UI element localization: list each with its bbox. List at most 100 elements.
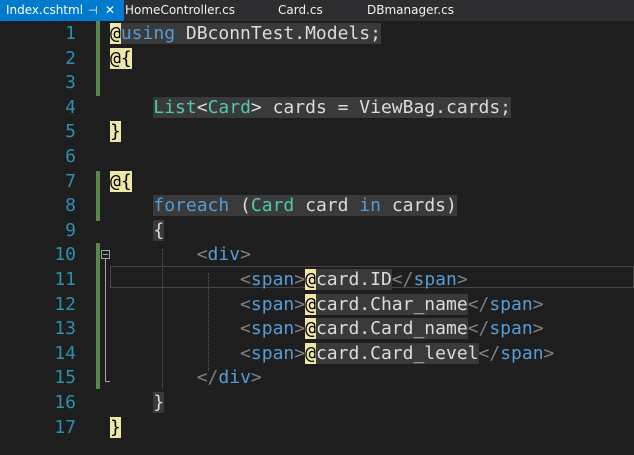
code-text: @using DBconnTest.Models; bbox=[110, 21, 381, 46]
line-number: 4 bbox=[65, 96, 76, 118]
tab-label: Card.cs bbox=[278, 3, 323, 17]
code-token: span bbox=[250, 293, 295, 315]
tab-dbmanager-cs[interactable]: DBmanager.cs bbox=[367, 0, 454, 21]
tab-homecontroller-cs[interactable]: HomeController.cs bbox=[125, 0, 235, 21]
code-line[interactable]: 16 } bbox=[0, 390, 634, 415]
code-line[interactable]: 14 <span>@card.Card_level</span> bbox=[0, 341, 634, 366]
code-token: > bbox=[532, 318, 544, 340]
code-line[interactable]: 8 foreach (Card card in cards) bbox=[0, 193, 634, 218]
code-token: ( bbox=[229, 195, 251, 217]
code-token: > bbox=[294, 269, 306, 290]
code-line[interactable]: 9 { bbox=[0, 218, 634, 243]
code-line[interactable]: 6 bbox=[0, 144, 634, 169]
pin-icon[interactable]: ⊣ bbox=[88, 0, 98, 21]
line-number: 9 bbox=[65, 219, 76, 241]
code-token: Card bbox=[250, 195, 295, 217]
code-line[interactable]: 10 <div> bbox=[0, 242, 634, 267]
code-line[interactable]: 5} bbox=[0, 119, 634, 144]
code-token: > bbox=[543, 342, 555, 364]
code-line[interactable]: 4 List<Card> cards = ViewBag.cards; bbox=[0, 95, 634, 120]
code-line[interactable]: 11 <span>@card.ID</span> bbox=[0, 267, 634, 292]
code-token: } bbox=[110, 416, 121, 438]
line-number: 10 bbox=[54, 244, 76, 266]
code-token: < bbox=[240, 269, 251, 290]
tab-index-cshtml[interactable]: Index.cshtml ⊣ ✕ bbox=[0, 0, 124, 21]
code-line[interactable]: 13 <span>@card.Card_name</span> bbox=[0, 316, 634, 341]
tab-label: HomeController.cs bbox=[125, 3, 236, 17]
code-token: foreach bbox=[153, 195, 230, 217]
line-number: 15 bbox=[54, 367, 76, 389]
code-token: in bbox=[359, 195, 381, 217]
line-number: 12 bbox=[54, 293, 76, 315]
code-text: List<Card> cards = ViewBag.cards; bbox=[110, 95, 512, 120]
code-token: @{ bbox=[110, 47, 132, 69]
code-text: @{ bbox=[110, 46, 132, 71]
tab-card-cs[interactable]: Card.cs bbox=[278, 0, 323, 21]
code-token: card.Card_name bbox=[315, 318, 468, 340]
code-line[interactable]: 2 @{ bbox=[0, 46, 634, 71]
code-text: { bbox=[110, 218, 165, 243]
code-line[interactable]: 1 @using DBconnTest.Models; bbox=[0, 21, 634, 46]
code-token: @{ bbox=[110, 170, 132, 192]
code-token: card.Card_level bbox=[315, 342, 479, 364]
code-token: card bbox=[294, 195, 360, 217]
code-token: @ bbox=[305, 293, 316, 315]
code-token: < bbox=[240, 342, 251, 364]
line-number: 13 bbox=[54, 318, 76, 340]
code-editor[interactable]: 1 @using DBconnTest.Models; 2 @{3 4 List<Car… bbox=[0, 21, 634, 455]
code-token: > bbox=[532, 293, 544, 315]
code-line[interactable]: 7 @{ bbox=[0, 169, 634, 194]
code-line[interactable]: 12 <span>@card.Char_name</span> bbox=[0, 292, 634, 317]
code-token: } bbox=[110, 121, 121, 143]
line-number: 5 bbox=[65, 121, 76, 143]
code-text: } bbox=[110, 390, 165, 415]
code-line[interactable]: 15 </div> bbox=[0, 365, 634, 390]
code-token: < bbox=[196, 96, 208, 118]
line-number: 2 bbox=[65, 47, 76, 69]
tab-label: Index.cshtml bbox=[6, 3, 84, 17]
code-token: > bbox=[294, 293, 306, 315]
code-token: < bbox=[240, 293, 251, 315]
code-line[interactable]: 17} bbox=[0, 415, 634, 440]
code-token: span bbox=[489, 293, 533, 315]
code-token: DBconnTest.Models; bbox=[175, 23, 381, 44]
code-text: <span>@card.ID</span> bbox=[110, 267, 468, 292]
code-token: span bbox=[489, 318, 533, 340]
code-token: > bbox=[456, 269, 468, 290]
code-token: > bbox=[250, 367, 262, 389]
code-text: <span>@card.Card_level</span> bbox=[110, 341, 554, 366]
line-number: 6 bbox=[65, 146, 76, 167]
code-token: </ bbox=[391, 269, 414, 290]
code-token: </ bbox=[478, 342, 501, 364]
code-token: span bbox=[500, 342, 544, 364]
code-token: div bbox=[207, 244, 241, 266]
code-token: > bbox=[240, 244, 251, 266]
code-token: > bbox=[294, 342, 306, 364]
code-text: @{ bbox=[110, 169, 132, 194]
code-text: </div> bbox=[110, 365, 262, 390]
code-token: cards) bbox=[380, 195, 457, 217]
code-text: <span>@card.Card_name</span> bbox=[110, 316, 544, 341]
document-tab-bar: Index.cshtml ⊣ ✕ HomeController.cs Card.… bbox=[0, 0, 634, 21]
line-number: 1 bbox=[65, 23, 76, 44]
code-token: @ bbox=[305, 342, 316, 364]
code-token: </ bbox=[467, 318, 490, 340]
code-line[interactable]: 3 bbox=[0, 70, 634, 95]
line-number: 14 bbox=[54, 342, 76, 364]
code-token: span bbox=[250, 318, 295, 340]
code-token: } bbox=[153, 392, 165, 413]
line-number: 8 bbox=[65, 195, 76, 217]
close-icon[interactable]: ✕ bbox=[105, 0, 115, 21]
line-number: 16 bbox=[54, 392, 76, 413]
code-token: < bbox=[196, 244, 208, 266]
code-token: { bbox=[153, 219, 165, 241]
tab-label: DBmanager.cs bbox=[367, 3, 454, 17]
code-token: </ bbox=[467, 293, 490, 315]
code-token: </ bbox=[196, 367, 219, 389]
